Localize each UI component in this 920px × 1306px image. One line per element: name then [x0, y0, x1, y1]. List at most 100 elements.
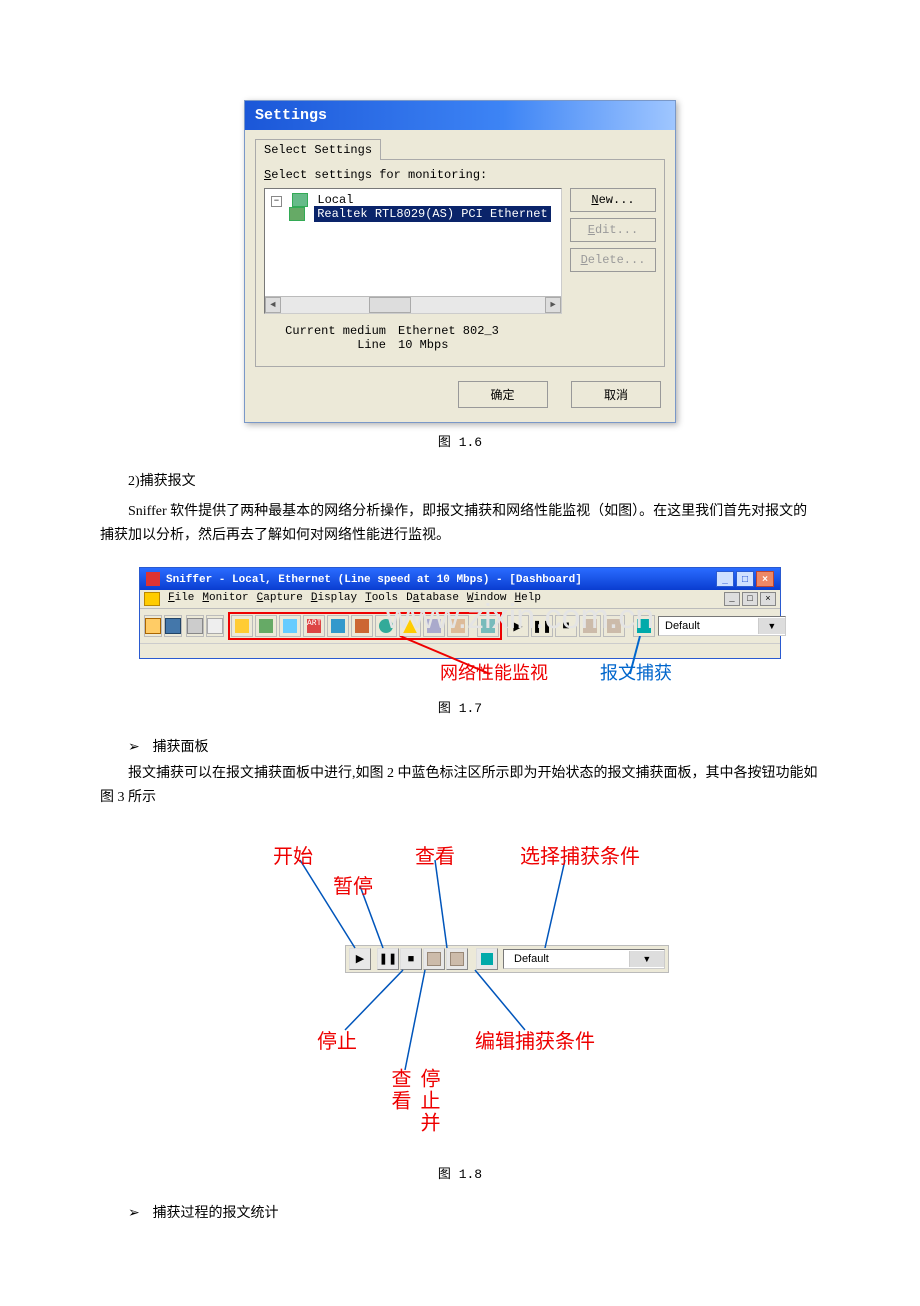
btn-start[interactable]: ▶ — [349, 948, 371, 970]
nic-icon — [289, 207, 305, 221]
tool3-icon[interactable] — [477, 615, 499, 637]
label-select-filter: 选择捕获条件 — [520, 840, 640, 869]
capture-toolbar-group: ▶ ❚❚ ■ — [506, 614, 656, 638]
medium-label: Current medium — [266, 324, 398, 338]
scroll-left-icon[interactable]: ◄ — [265, 297, 281, 313]
print-icon[interactable] — [186, 615, 204, 637]
medium-value: Ethernet 802_3 — [398, 324, 499, 338]
matrix-icon[interactable] — [279, 615, 301, 637]
figure-caption-18: 图 1.8 — [100, 1163, 820, 1182]
collapse-icon[interactable]: − — [271, 196, 282, 207]
menu-bar[interactable]: File Monitor Capture Display Tools Datab… — [140, 590, 780, 609]
bullet-capture-panel: ➢ 捕获面板 — [128, 736, 820, 756]
annotation-arrows-18 — [225, 830, 695, 1150]
app-titlebar: Sniffer - Local, Ethernet (Line speed at… — [140, 568, 780, 590]
line-label: Line — [266, 338, 398, 352]
sniffer-window: Sniffer - Local, Ethernet (Line speed at… — [139, 567, 781, 659]
bullet-capture-stats: ➢ 捕获过程的报文统计 — [128, 1202, 820, 1222]
capture-profile-combo[interactable]: Default ▼ — [658, 616, 786, 636]
menu-window[interactable]: Window — [467, 592, 507, 606]
menu-app-icon — [144, 592, 160, 606]
scroll-thumb[interactable] — [369, 297, 411, 313]
host-icon — [292, 193, 308, 207]
btn-stop[interactable]: ■ — [400, 948, 422, 970]
cap-stopview-icon[interactable] — [579, 615, 601, 637]
label-start: 开始 — [273, 840, 313, 869]
history-icon[interactable] — [351, 615, 373, 637]
paragraph-1: Sniffer 软件提供了两种最基本的网络分析操作，即报文捕获和网络性能监视（如… — [100, 500, 820, 548]
mdi-min-icon[interactable]: _ — [724, 592, 740, 606]
open-icon[interactable] — [144, 615, 162, 637]
label-edit-filter: 编辑捕获条件 — [475, 1025, 595, 1054]
menu-database[interactable]: Database — [406, 592, 459, 606]
btn-edit-filter[interactable] — [476, 948, 498, 970]
capture-toolbar: ▶ ❚❚ ■ Default ▼ — [345, 945, 669, 973]
app-title-text: Sniffer - Local, Ethernet (Line speed at… — [166, 574, 582, 586]
art-icon[interactable]: ART — [303, 615, 325, 637]
scroll-right-icon[interactable]: ► — [545, 297, 561, 313]
dialog-title: Settings — [245, 101, 675, 130]
profile-combo-drop-icon[interactable]: ▼ — [629, 951, 664, 967]
settings-dialog: Settings Select Settings Select settings… — [244, 100, 676, 423]
label-perf-monitor: 网络性能监视 — [440, 659, 548, 685]
settings-tree[interactable]: − Local Realtek RTL8029(AS) PCI Ethernet… — [264, 188, 562, 314]
tree-scrollbar[interactable]: ◄ ► — [265, 296, 561, 313]
ok-button[interactable]: 确定 — [458, 381, 548, 408]
label-view: 查看 — [415, 840, 455, 869]
protocol-icon[interactable] — [327, 615, 349, 637]
tool1-icon[interactable] — [423, 615, 445, 637]
paragraph-2: 报文捕获可以在报文捕获面板中进行,如图 2 中蓝色标注区所示即为开始状态的报文捕… — [100, 762, 820, 810]
cap-start-icon[interactable]: ▶ — [507, 615, 529, 637]
hostmap-icon[interactable] — [255, 615, 277, 637]
menu-capture[interactable]: Capture — [257, 592, 303, 606]
prompt-label: Select settings for monitoring: — [264, 168, 656, 182]
maximize-icon[interactable]: □ — [736, 571, 754, 587]
cap-stop-icon[interactable]: ■ — [555, 615, 577, 637]
global-icon[interactable] — [375, 615, 397, 637]
cap-pause-icon[interactable]: ❚❚ — [531, 615, 553, 637]
menu-help[interactable]: Help — [515, 592, 541, 606]
mdi-max-icon[interactable]: □ — [742, 592, 758, 606]
profile-combo[interactable]: Default ▼ — [503, 949, 665, 969]
label-stop: 停止 — [317, 1025, 357, 1054]
app-icon — [146, 572, 160, 586]
new-button[interactable]: New... — [570, 188, 656, 212]
figure-caption-17: 图 1.7 — [100, 697, 820, 716]
section-2-title: 2)捕获报文 — [128, 470, 820, 494]
tab-select-settings[interactable]: Select Settings — [255, 139, 381, 160]
save-icon[interactable] — [164, 615, 182, 637]
btn-pause[interactable]: ❚❚ — [377, 948, 399, 970]
cap-view-icon[interactable] — [603, 615, 625, 637]
tool2-icon[interactable] — [447, 615, 469, 637]
cap-edit-icon[interactable] — [633, 615, 655, 637]
main-toolbar: ART ▶ ❚❚ ■ Default — [140, 609, 780, 643]
tree-nic-label[interactable]: Realtek RTL8029(AS) PCI Ethernet — [314, 206, 550, 222]
label-stop-view: 停止并查看 — [385, 1068, 443, 1150]
perf-toolbar-group: ART — [228, 612, 502, 640]
menu-file[interactable]: File — [168, 592, 194, 606]
combo-drop-icon[interactable]: ▼ — [758, 618, 785, 634]
bullet-arrow-icon: ➢ — [128, 739, 149, 756]
cancel-button[interactable]: 取消 — [571, 381, 661, 408]
label-pause: 暂停 — [333, 870, 373, 899]
mdi-close-icon[interactable]: × — [760, 592, 776, 606]
delete-button: Delete... — [570, 248, 656, 272]
btn-view[interactable] — [446, 948, 468, 970]
minimize-icon[interactable]: _ — [716, 571, 734, 587]
profile-combo-value: Default — [504, 953, 559, 965]
capture-toolbar-diagram: ▶ ❚❚ ■ Default ▼ — [225, 830, 695, 1150]
close-icon[interactable]: × — [756, 571, 774, 587]
figure-caption-16: 图 1.6 — [100, 431, 820, 450]
combo-value: Default — [659, 620, 706, 632]
btn-stop-view[interactable] — [423, 948, 445, 970]
menu-display[interactable]: Display — [311, 592, 357, 606]
menu-monitor[interactable]: Monitor — [202, 592, 248, 606]
bullet-arrow-icon-2: ➢ — [128, 1205, 149, 1222]
label-capture: 报文捕获 — [600, 659, 672, 685]
line-value: 10 Mbps — [398, 338, 448, 352]
menu-tools[interactable]: Tools — [365, 592, 398, 606]
dashboard-icon[interactable] — [231, 615, 253, 637]
alarm-icon[interactable] — [399, 615, 421, 637]
doc-icon[interactable] — [206, 615, 224, 637]
tree-root-label: Local — [317, 193, 353, 207]
